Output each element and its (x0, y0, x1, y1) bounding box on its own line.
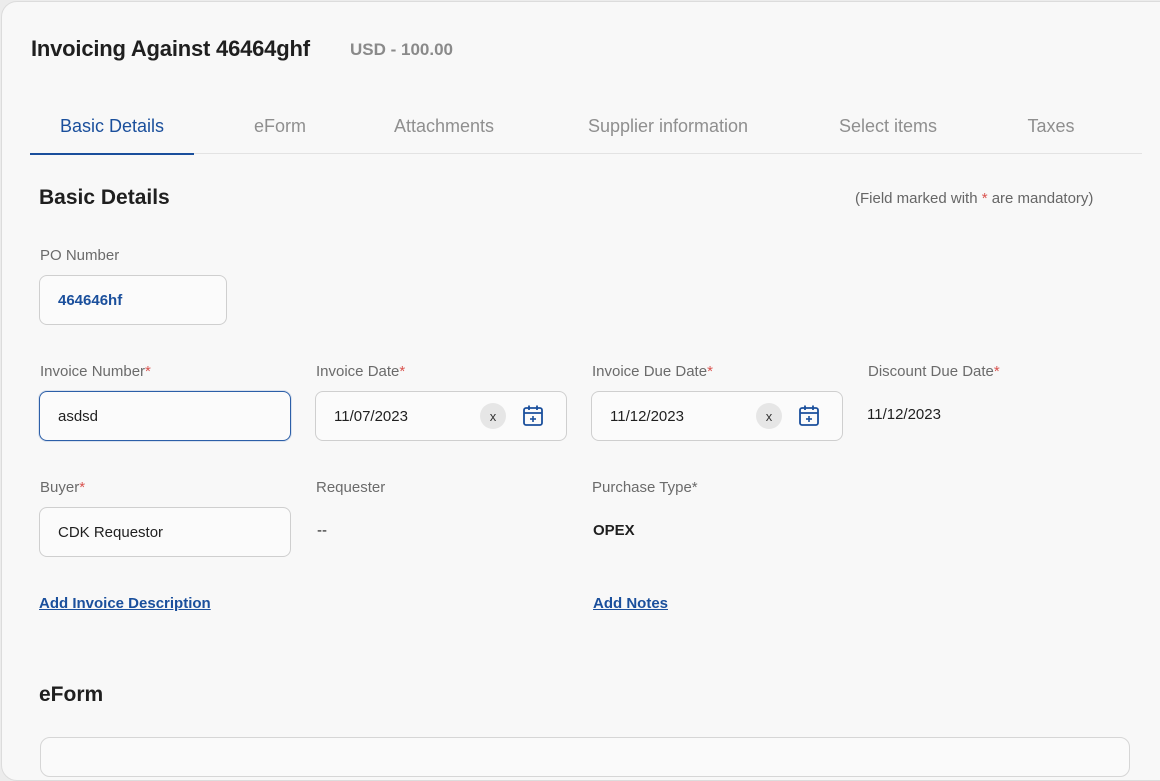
buyer-value: CDK Requestor (58, 523, 164, 541)
required-mark: * (399, 363, 406, 380)
invoice-number-field[interactable] (39, 391, 291, 441)
tab-bar: Basic Details eForm Attachments Supplier… (30, 106, 1142, 155)
mandatory-note-suffix: are mandatory) (987, 190, 1094, 207)
buyer-label: Buyer* (40, 479, 85, 496)
purchase-type-value: OPEX (593, 522, 635, 539)
po-number-value: 464646hf (58, 291, 123, 309)
invoice-number-label: Invoice Number* (40, 363, 151, 380)
required-mark: * (79, 479, 86, 496)
eform-container (40, 737, 1130, 777)
po-number-field[interactable]: 464646hf (39, 275, 227, 325)
requester-value: -- (317, 522, 327, 539)
mandatory-note: (Field marked with * are mandatory) (855, 190, 1093, 207)
mandatory-note-prefix: (Field marked with (855, 190, 982, 207)
invoice-card: Invoicing Against 46464ghf USD - 100.00 … (1, 1, 1160, 781)
buyer-field[interactable]: CDK Requestor (39, 507, 291, 557)
tab-eform[interactable]: eForm (230, 106, 330, 154)
purchase-type-label: Purchase Type* (592, 479, 698, 496)
clear-invoice-due-date-button[interactable]: x (756, 403, 782, 429)
invoice-date-label: Invoice Date* (316, 363, 405, 380)
discount-due-date-label: Discount Due Date* (868, 363, 1000, 380)
invoice-amount: USD - 100.00 (350, 40, 453, 59)
tab-select-items[interactable]: Select items (826, 106, 950, 154)
add-invoice-description-link[interactable]: Add Invoice Description (39, 595, 211, 612)
calendar-icon[interactable] (522, 404, 544, 428)
invoice-due-date-label-text: Invoice Due Date (592, 363, 708, 380)
discount-due-date-label-text: Discount Due Date (868, 363, 994, 380)
requester-label: Requester (316, 479, 386, 496)
required-mark: * (993, 363, 1000, 380)
discount-due-date-value: 11/12/2023 (867, 406, 941, 423)
page-title: Invoicing Against 46464ghf (31, 36, 310, 61)
invoice-due-date-label: Invoice Due Date* (592, 363, 713, 380)
buyer-label-text: Buyer (40, 479, 80, 496)
tab-attachments[interactable]: Attachments (382, 106, 506, 154)
section-title-basic-details: Basic Details (39, 186, 170, 209)
po-number-label: PO Number (40, 247, 120, 264)
invoice-date-value: 11/07/2023 (334, 407, 408, 425)
tab-supplier-information[interactable]: Supplier information (574, 106, 762, 154)
invoice-due-date-value: 11/12/2023 (610, 407, 684, 425)
invoice-number-input[interactable] (58, 407, 290, 425)
tab-taxes[interactable]: Taxes (1016, 106, 1086, 154)
tab-basic-details[interactable]: Basic Details (30, 106, 194, 155)
invoice-due-date-field[interactable]: 11/12/2023 x (591, 391, 843, 441)
required-mark: * (707, 363, 713, 380)
add-notes-link[interactable]: Add Notes (593, 595, 668, 612)
required-mark: * (145, 363, 151, 380)
clear-invoice-date-button[interactable]: x (480, 403, 506, 429)
section-title-eform: eForm (39, 683, 104, 706)
invoice-number-label-text: Invoice Number (40, 363, 146, 380)
calendar-icon[interactable] (798, 404, 820, 428)
invoice-date-label-text: Invoice Date (316, 363, 400, 380)
invoice-date-field[interactable]: 11/07/2023 x (315, 391, 567, 441)
